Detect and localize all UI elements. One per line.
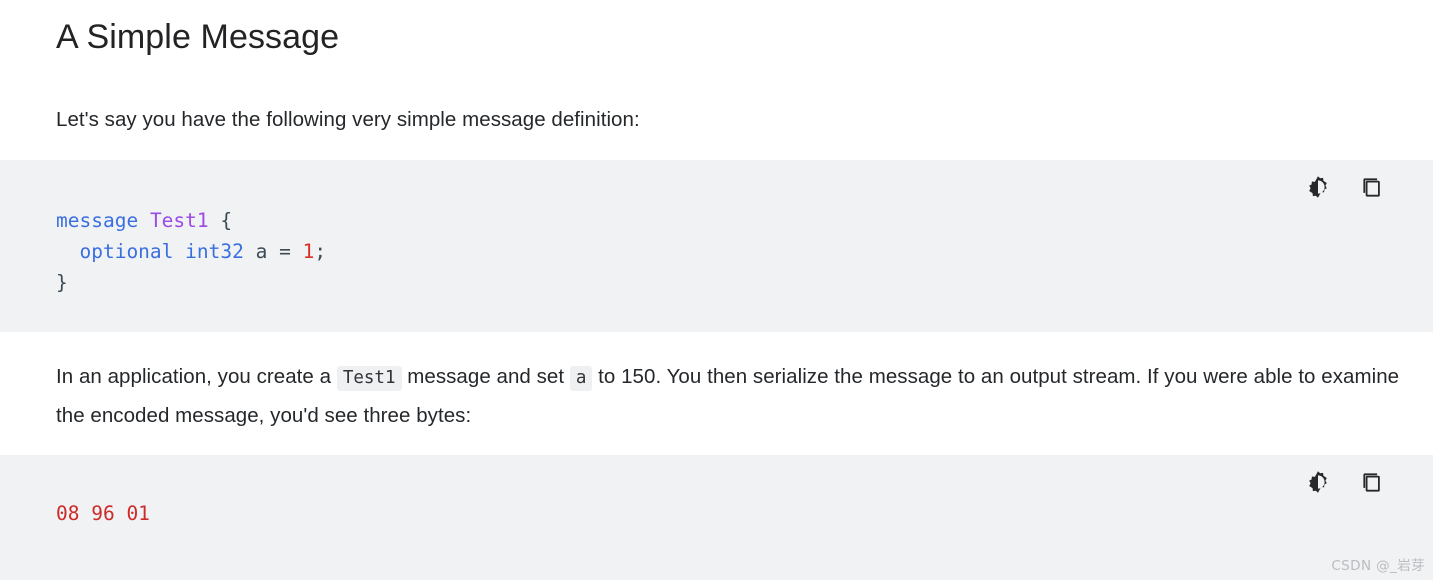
code-token-hex-bytes: 08 96 01 (56, 502, 150, 525)
code-token-space2 (173, 240, 185, 263)
inline-code-a: a (569, 366, 593, 391)
watermark: CSDN @_岩芽 (1331, 558, 1425, 574)
code-token-class: Test1 (149, 209, 209, 232)
code-toolbar (1305, 469, 1385, 495)
code-token-semicolon: ; (314, 240, 327, 263)
code-token-brace-open: { (208, 209, 233, 232)
code-token-optional: optional (79, 240, 174, 263)
code-token-type: int32 (185, 240, 244, 263)
code-block-proto-definition: message Test1 { optional int32 a = 1; } (0, 160, 1433, 332)
code-token-number: 1 (302, 240, 315, 263)
code-token-field: a = (243, 240, 303, 263)
middle-paragraph: In an application, you create a Test1 me… (56, 358, 1401, 434)
inline-code-test1: Test1 (336, 366, 402, 391)
paragraph-text-part1: In an application, you create a (56, 365, 337, 388)
article-page: A Simple Message Let's say you have the … (0, 0, 1433, 580)
code-block-encoded-bytes: 08 96 01 (0, 455, 1433, 580)
code-token-indent (56, 240, 79, 263)
code-toolbar (1305, 174, 1385, 200)
copy-icon[interactable] (1359, 174, 1385, 200)
intro-paragraph: Let's say you have the following very si… (56, 108, 640, 131)
brightness-icon[interactable] (1305, 469, 1331, 495)
paragraph-text-part2: message and set (401, 365, 570, 388)
code-token-keyword: message (56, 209, 139, 232)
brightness-icon[interactable] (1305, 174, 1331, 200)
code-content[interactable]: 08 96 01 (56, 498, 150, 529)
code-content[interactable]: message Test1 { optional int32 a = 1; } (56, 205, 326, 298)
code-token-brace-close: } (56, 271, 68, 294)
page-title: A Simple Message (56, 18, 340, 56)
copy-icon[interactable] (1359, 469, 1385, 495)
